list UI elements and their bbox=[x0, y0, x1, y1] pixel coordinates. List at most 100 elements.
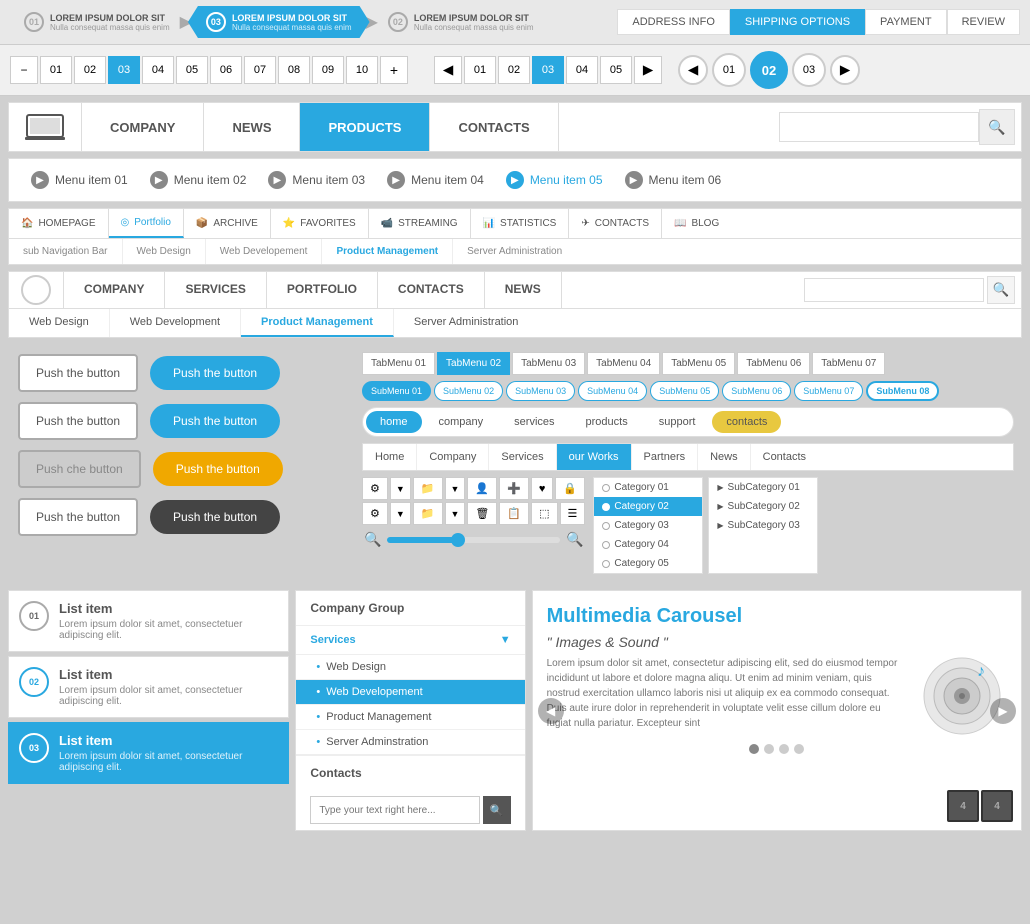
tool-dropdown-3[interactable]: ▼ bbox=[390, 502, 411, 525]
horiz-nav-partners[interactable]: Partners bbox=[632, 444, 699, 470]
main-nav-products[interactable]: PRODUCTS bbox=[300, 103, 430, 151]
horiz-nav-services[interactable]: Services bbox=[489, 444, 556, 470]
tab-btn-03-active[interactable]: 03 bbox=[108, 56, 140, 84]
tabs2-prev-btn[interactable]: ◀ bbox=[434, 56, 462, 84]
pill-support[interactable]: support bbox=[645, 411, 710, 433]
horiz-nav-contacts[interactable]: Contacts bbox=[751, 444, 818, 470]
btn-outline-4[interactable]: Push the button bbox=[18, 498, 138, 536]
sub-nav-item-3[interactable]: ▶ Menu item 03 bbox=[258, 167, 375, 193]
pill-products[interactable]: products bbox=[572, 411, 642, 433]
tabs-next-btn[interactable]: + bbox=[380, 56, 408, 84]
tabmenu-07[interactable]: TabMenu 07 bbox=[812, 352, 885, 375]
tool-dropdown-2[interactable]: ▼ bbox=[445, 477, 466, 500]
pill-home[interactable]: home bbox=[366, 411, 422, 433]
tool-gear-1[interactable]: ⚙ bbox=[362, 477, 388, 500]
sub-nav-item-5[interactable]: ▶ Menu item 05 bbox=[496, 167, 613, 193]
sub-nav-item-6[interactable]: ▶ Menu item 06 bbox=[615, 167, 732, 193]
icon-nav-favorites[interactable]: ⭐ FAVORITES bbox=[271, 209, 369, 238]
tool-gear-2[interactable]: ⚙ bbox=[362, 502, 388, 525]
sub-nav-item-2[interactable]: ▶ Menu item 02 bbox=[140, 167, 257, 193]
submenu-06[interactable]: SubMenu 06 bbox=[722, 381, 791, 401]
carousel-next-btn[interactable]: ▶ bbox=[990, 698, 1016, 724]
tool-list-1[interactable]: ☰ bbox=[560, 502, 586, 525]
tool-user-1[interactable]: 👤 bbox=[467, 477, 497, 500]
second-nav-contacts[interactable]: CONTACTS bbox=[378, 272, 485, 308]
accordion-sub-4[interactable]: • Server Adminstration bbox=[296, 730, 524, 755]
tool-dropdown-4[interactable]: ▼ bbox=[445, 502, 466, 525]
second-sub-3-active[interactable]: Product Management bbox=[241, 309, 394, 337]
tab-btn-01[interactable]: 01 bbox=[40, 56, 72, 84]
btn-yellow-3[interactable]: Push the button bbox=[153, 452, 283, 486]
cat-item-2-active[interactable]: Category 02 bbox=[594, 497, 702, 516]
zoom-slider[interactable] bbox=[387, 537, 560, 543]
carousel-dot-2[interactable] bbox=[764, 744, 774, 754]
accordion-sub-3[interactable]: • Product Management bbox=[296, 705, 524, 730]
btn-gray-3[interactable]: Push che button bbox=[18, 450, 141, 488]
tab2-btn-04[interactable]: 04 bbox=[566, 56, 598, 84]
tabmenu-03[interactable]: TabMenu 03 bbox=[512, 352, 585, 375]
sub-nav-item-1[interactable]: ▶ Menu item 01 bbox=[21, 167, 138, 193]
tool-folder-1[interactable]: 📁 bbox=[413, 477, 443, 500]
carousel-dot-1[interactable] bbox=[749, 744, 759, 754]
tab2-btn-03-active[interactable]: 03 bbox=[532, 56, 564, 84]
icon-nav-homepage[interactable]: 🏠 HOMEPAGE bbox=[9, 209, 109, 238]
horiz-nav-news[interactable]: News bbox=[698, 444, 751, 470]
btn-blue-1[interactable]: Push the button bbox=[150, 356, 280, 390]
accordion-sub-2-active[interactable]: • Web Developement bbox=[296, 680, 524, 705]
btn-outline-2[interactable]: Push the button bbox=[18, 402, 138, 440]
icon-nav-statistics[interactable]: 📊 STATISTICS bbox=[471, 209, 570, 238]
btn-blue-2[interactable]: Push the button bbox=[150, 404, 280, 438]
tabmenu-02-active[interactable]: TabMenu 02 bbox=[437, 352, 510, 375]
tab-btn-06[interactable]: 06 bbox=[210, 56, 242, 84]
tab-btn-04[interactable]: 04 bbox=[142, 56, 174, 84]
icon-nav-blog[interactable]: 📖 BLOG bbox=[662, 209, 731, 238]
cat-item-3[interactable]: Category 03 bbox=[594, 516, 702, 535]
tab-btn-10[interactable]: 10 bbox=[346, 56, 378, 84]
tool-heart-1[interactable]: ♥ bbox=[531, 477, 554, 500]
wizard-step-3[interactable]: 02 LOREM IPSUM DOLOR SIT Nulla consequat… bbox=[374, 6, 548, 38]
icon-nav-archive[interactable]: 📦 ARCHIVE bbox=[184, 209, 271, 238]
second-sub-4[interactable]: Server Administration bbox=[394, 309, 539, 337]
accordion-services-header[interactable]: Services ▼ bbox=[296, 626, 524, 655]
tool-clipboard-1[interactable]: 📋 bbox=[499, 502, 529, 525]
submenu-07[interactable]: SubMenu 07 bbox=[794, 381, 863, 401]
icon-sub-4-active[interactable]: Product Management bbox=[322, 239, 453, 264]
wizard-step-1[interactable]: 01 LOREM IPSUM DOLOR SIT Nulla consequat… bbox=[10, 6, 184, 38]
main-nav-company[interactable]: COMPANY bbox=[82, 103, 204, 151]
tool-dropdown-1[interactable]: ▼ bbox=[390, 477, 411, 500]
icon-nav-contacts[interactable]: ✈ CONTACTS bbox=[569, 209, 662, 238]
second-nav-search-input[interactable] bbox=[804, 278, 984, 302]
submenu-08[interactable]: SubMenu 08 bbox=[866, 381, 939, 401]
pill-company[interactable]: company bbox=[425, 411, 498, 433]
carousel-dot-4[interactable] bbox=[794, 744, 804, 754]
accordion-sub-1[interactable]: • Web Design bbox=[296, 655, 524, 680]
tab3-btn-01[interactable]: 01 bbox=[712, 53, 746, 87]
tabs2-next-btn[interactable]: ▶ bbox=[634, 56, 662, 84]
wizard-step-2[interactable]: 03 LOREM IPSUM DOLOR SIT Nulla consequat… bbox=[188, 6, 370, 38]
pill-contacts[interactable]: contacts bbox=[712, 411, 781, 433]
icon-sub-3[interactable]: Web Developement bbox=[206, 239, 323, 264]
address-tab-2[interactable]: SHIPPING OPTIONS bbox=[730, 9, 865, 35]
address-tab-3[interactable]: PAYMENT bbox=[865, 9, 947, 35]
tab-btn-08[interactable]: 08 bbox=[278, 56, 310, 84]
main-nav-news[interactable]: NEWS bbox=[204, 103, 300, 151]
zoom-handle[interactable] bbox=[451, 533, 465, 547]
second-sub-2[interactable]: Web Development bbox=[110, 309, 241, 337]
tabs3-next-btn[interactable]: ▶ bbox=[830, 55, 860, 85]
tabs-prev-btn[interactable]: − bbox=[10, 56, 38, 84]
tabmenu-05[interactable]: TabMenu 05 bbox=[662, 352, 735, 375]
carousel-dot-3[interactable] bbox=[779, 744, 789, 754]
second-sub-1[interactable]: Web Design bbox=[9, 309, 110, 337]
pill-services[interactable]: services bbox=[500, 411, 568, 433]
tabmenu-01[interactable]: TabMenu 01 bbox=[362, 352, 435, 375]
main-nav-search-btn[interactable]: 🔍 bbox=[979, 109, 1015, 145]
second-nav-company[interactable]: COMPANY bbox=[64, 272, 165, 308]
tab3-btn-03[interactable]: 03 bbox=[792, 53, 826, 87]
icon-sub-5[interactable]: Server Administration bbox=[453, 239, 576, 264]
submenu-04[interactable]: SubMenu 04 bbox=[578, 381, 647, 401]
icon-sub-2[interactable]: Web Design bbox=[123, 239, 206, 264]
tab-btn-07[interactable]: 07 bbox=[244, 56, 276, 84]
cat-item-4[interactable]: Category 04 bbox=[594, 535, 702, 554]
subcat-item-1[interactable]: ▶ SubCategory 01 bbox=[709, 478, 817, 497]
submenu-05[interactable]: SubMenu 05 bbox=[650, 381, 719, 401]
